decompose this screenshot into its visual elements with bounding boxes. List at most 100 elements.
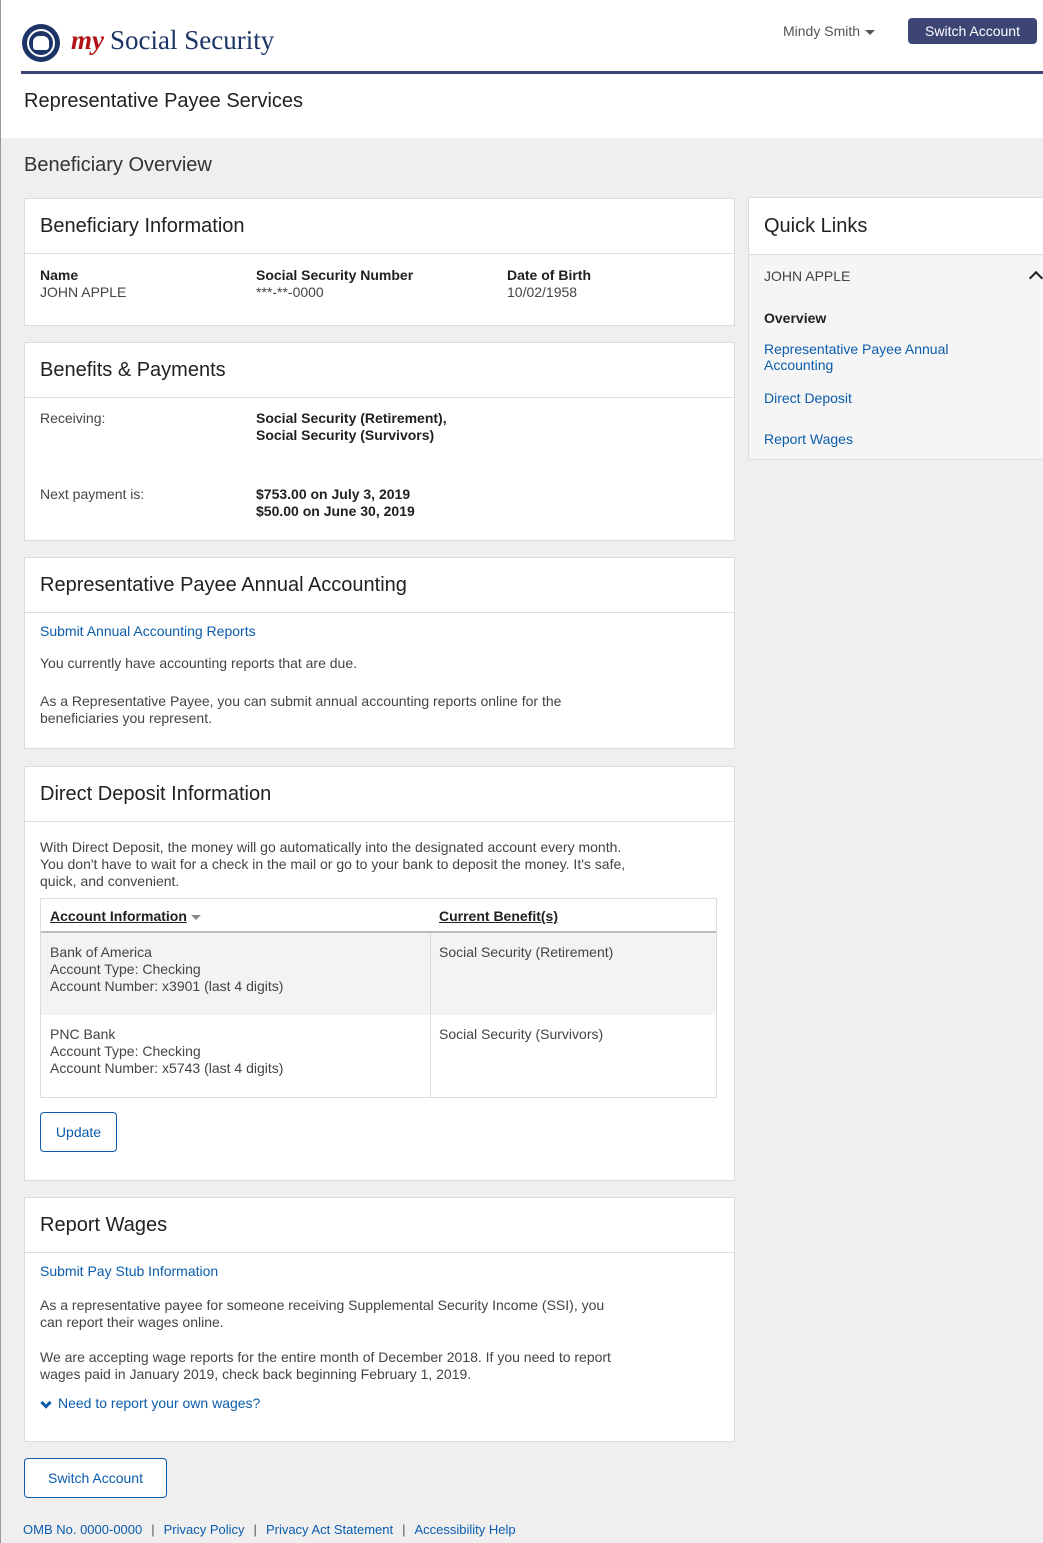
quick-link-annual-line-1: Representative Payee Annual <box>764 341 949 357</box>
wages-description-line-2: can report their wages online. <box>40 1314 224 1330</box>
benefits-title: Benefits & Payments <box>25 343 734 398</box>
footer-separator: | <box>151 1522 155 1537</box>
own-wages-link-label: Need to report your own wages? <box>58 1395 261 1411</box>
bank-name: Bank of America <box>50 944 152 960</box>
account-information-header-label: Account Information <box>50 908 187 924</box>
column-divider <box>430 933 431 1097</box>
next-payment-value: $753.00 on July 3, 2019 $50.00 on June 3… <box>256 486 415 520</box>
chevron-up-icon[interactable] <box>1028 270 1043 286</box>
account-info-cell: PNC Bank Account Type: Checking Account … <box>50 1026 283 1077</box>
report-wages-body: Submit Pay Stub Information As a represe… <box>25 1253 734 1441</box>
beneficiary-info-title: Beneficiary Information <box>25 199 734 254</box>
direct-deposit-title: Direct Deposit Information <box>25 767 734 822</box>
update-button[interactable]: Update <box>40 1112 117 1152</box>
quick-link-annual-accounting[interactable]: Representative Payee Annual Accounting <box>764 341 948 373</box>
user-menu[interactable]: Mindy Smith <box>783 23 876 39</box>
brand-name: Social Security <box>110 25 275 55</box>
account-information-sort-header[interactable]: Account Information <box>50 908 201 925</box>
quick-links-title: Quick Links <box>749 198 1043 255</box>
bank-name: PNC Bank <box>50 1026 116 1042</box>
account-number: Account Number: x3901 (last 4 digits) <box>50 978 284 994</box>
receiving-line-2: Social Security (Survivors) <box>256 427 435 443</box>
intro-line-3: quick, and convenient. <box>40 873 180 889</box>
ssa-seal-logo[interactable] <box>22 24 60 62</box>
current-benefits-sort-header[interactable]: Current Benefit(s) <box>439 908 558 925</box>
footer-separator: | <box>402 1522 406 1537</box>
seal-eagle-icon <box>33 36 49 50</box>
quick-link-annual-line-2: Accounting <box>764 357 834 373</box>
annual-accounting-title: Representative Payee Annual Accounting <box>25 558 734 613</box>
name-label: Name <box>40 267 79 283</box>
next-payment-label: Next payment is: <box>40 486 145 502</box>
benefits-panel: Benefits & Payments Receiving: Social Se… <box>24 342 735 541</box>
table-header: Account Information Current Benefit(s) <box>41 899 716 933</box>
report-wages-title: Report Wages <box>25 1198 734 1253</box>
annual-accounting-description-line-2: beneficiaries you represent. <box>40 710 212 726</box>
account-type: Account Type: Checking <box>50 1043 201 1059</box>
sort-caret-icon <box>190 914 201 920</box>
quick-link-direct-deposit[interactable]: Direct Deposit <box>764 390 852 406</box>
site-header: my Social Security Mindy Smith Switch Acc… <box>1 0 1043 78</box>
wages-schedule-line-1: We are accepting wage reports for the en… <box>40 1349 611 1365</box>
submit-annual-accounting-link[interactable]: Submit Annual Accounting Reports <box>40 623 256 640</box>
brand-my: my <box>71 25 104 55</box>
account-number: Account Number: x5743 (last 4 digits) <box>50 1060 284 1076</box>
dob-value: 10/02/1958 <box>507 284 578 300</box>
wages-description-line-1: As a representative payee for someone re… <box>40 1297 605 1313</box>
switch-account-button[interactable]: Switch Account <box>24 1458 167 1498</box>
caret-down-icon <box>865 29 876 35</box>
quick-links-body: JOHN APPLE Overview Representative Payee… <box>749 255 1043 459</box>
benefit-cell: Social Security (Survivors) <box>439 1026 604 1042</box>
header-divider <box>21 71 1043 74</box>
direct-deposit-body: With Direct Deposit, the money will go a… <box>25 822 734 1152</box>
footer-separator: | <box>253 1522 257 1537</box>
user-name: Mindy Smith <box>783 23 861 39</box>
receiving-label: Receiving: <box>40 410 106 426</box>
direct-deposit-intro: With Direct Deposit, the money will go a… <box>40 839 719 890</box>
section-title: Beneficiary Overview <box>24 154 212 176</box>
switch-account-header-button[interactable]: Switch Account <box>908 18 1037 44</box>
privacy-act-link[interactable]: Privacy Act Statement <box>266 1522 393 1537</box>
intro-line-1: With Direct Deposit, the money will go a… <box>40 839 622 855</box>
dob-column: Date of Birth 10/02/1958 <box>507 267 591 301</box>
name-value: JOHN APPLE <box>40 284 127 300</box>
account-info-cell: Bank of America Account Type: Checking A… <box>50 944 283 995</box>
table-row: PNC Bank Account Type: Checking Account … <box>41 1015 716 1097</box>
direct-deposit-table: Account Information Current Benefit(s) B… <box>40 898 717 1098</box>
quick-links-beneficiary[interactable]: JOHN APPLE <box>764 268 850 284</box>
brand-title[interactable]: my Social Security <box>71 25 274 56</box>
wages-schedule-line-2: wages paid in January 2019, check back b… <box>40 1366 472 1382</box>
ssn-column: Social Security Number ***-**-0000 <box>256 267 413 301</box>
accessibility-help-link[interactable]: Accessibility Help <box>415 1522 516 1537</box>
receiving-value: Social Security (Retirement), Social Sec… <box>256 410 447 444</box>
omb-number-link[interactable]: OMB No. 0000-0000 <box>23 1522 142 1537</box>
quick-link-overview[interactable]: Overview <box>764 310 826 326</box>
name-column: Name JOHN APPLE <box>40 267 126 301</box>
dob-label: Date of Birth <box>507 267 591 283</box>
reports-due-text: You currently have accounting reports th… <box>40 655 358 671</box>
report-wages-panel: Report Wages Submit Pay Stub Information… <box>24 1197 735 1442</box>
next-payment-line-2: $50.00 on June 30, 2019 <box>256 503 415 519</box>
beneficiary-info-body: Name JOHN APPLE Social Security Number *… <box>25 254 734 326</box>
benefits-body: Receiving: Social Security (Retirement),… <box>25 398 734 540</box>
page-title: Representative Payee Services <box>24 90 304 112</box>
benefit-cell: Social Security (Retirement) <box>439 944 614 960</box>
intro-line-2: You don't have to wait for a check in th… <box>40 856 626 872</box>
quick-links-panel: Quick Links JOHN APPLE Overview Represen… <box>748 197 1043 460</box>
ssn-value: ***-**-0000 <box>256 284 324 300</box>
privacy-policy-link[interactable]: Privacy Policy <box>164 1522 245 1537</box>
quick-link-report-wages[interactable]: Report Wages <box>764 431 853 447</box>
wages-description: As a representative payee for someone re… <box>40 1297 604 1331</box>
account-type: Account Type: Checking <box>50 961 201 977</box>
own-wages-toggle[interactable]: Need to report your own wages? <box>40 1395 260 1412</box>
chevron-down-icon <box>40 1397 52 1409</box>
annual-accounting-body: Submit Annual Accounting Reports You cur… <box>25 613 734 748</box>
table-row: Bank of America Account Type: Checking A… <box>41 933 716 1015</box>
page-frame: my Social Security Mindy Smith Switch Acc… <box>0 0 1043 1543</box>
ssn-label: Social Security Number <box>256 267 414 283</box>
direct-deposit-panel: Direct Deposit Information With Direct D… <box>24 766 735 1181</box>
footer-links: OMB No. 0000-0000 | Privacy Policy | Privacy… <box>23 1522 516 1537</box>
submit-pay-stub-link[interactable]: Submit Pay Stub Information <box>40 1263 218 1280</box>
receiving-line-1: Social Security (Retirement), <box>256 410 447 426</box>
beneficiary-info-panel: Beneficiary Information Name JOHN APPLE … <box>24 198 735 326</box>
